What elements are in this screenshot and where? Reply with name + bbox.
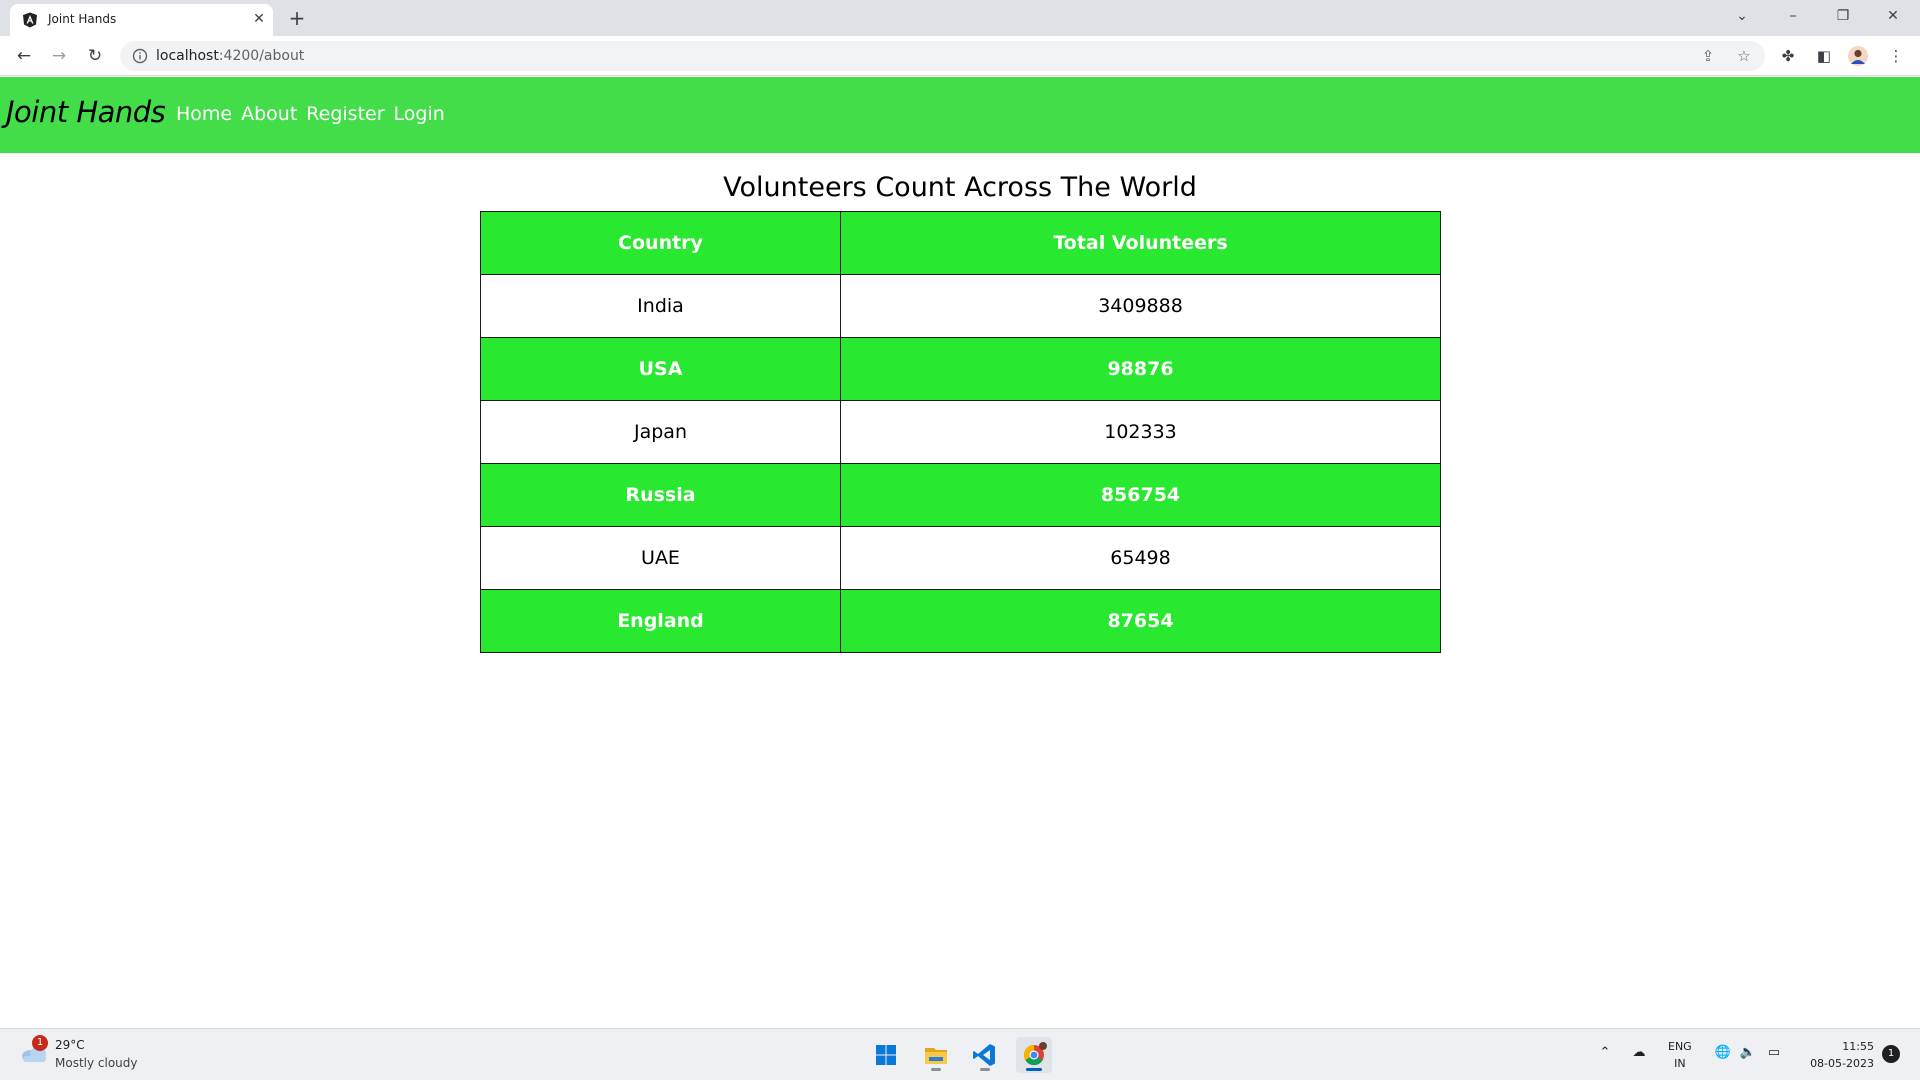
running-indicator <box>980 1068 990 1071</box>
app-navbar: Joint Hands Home About Register Login <box>0 77 1920 153</box>
table-row: India 3409888 <box>480 274 1441 338</box>
taskbar: 1 29°C Mostly cloudy ⌃ ☁ ENG IN 🌐 🔈 ▭ 11… <box>0 1028 1920 1080</box>
nav-link-login[interactable]: Login <box>394 103 445 125</box>
url-path: :4200/about <box>218 48 305 64</box>
chevron-up-icon[interactable]: ⌃ <box>1595 1043 1615 1063</box>
clock-time: 11:55 <box>1842 1040 1874 1053</box>
volunteers-cell: 102333 <box>840 400 1441 464</box>
page-title: Volunteers Count Across The World <box>723 172 1197 203</box>
extensions-icon[interactable]: ✤ <box>1776 44 1800 68</box>
brand-logo[interactable]: Joint Hands <box>6 95 166 129</box>
url-text: localhost:4200/about <box>156 48 304 64</box>
volunteers-cell: 65498 <box>840 526 1441 590</box>
volunteers-cell: 3409888 <box>840 274 1441 338</box>
notification-badge[interactable]: 1 <box>1882 1045 1900 1063</box>
language-indicator[interactable]: ENG IN <box>1668 1038 1692 1072</box>
url-host: localhost <box>156 48 219 64</box>
windows-icon <box>876 1045 896 1065</box>
country-cell: UAE <box>480 526 841 590</box>
menu-dots-icon[interactable]: ⋮ <box>1884 44 1908 68</box>
star-icon[interactable]: ☆ <box>1734 46 1754 66</box>
clock[interactable]: 11:55 08-05-2023 <box>1800 1038 1874 1072</box>
nav-link-about[interactable]: About <box>241 103 297 125</box>
share-icon[interactable]: ⇪ <box>1698 46 1718 66</box>
running-indicator <box>931 1068 941 1071</box>
volume-icon[interactable]: 🔈 <box>1738 1043 1758 1063</box>
language-code: ENG <box>1668 1040 1692 1053</box>
table-header-row: Country Total Volunteers <box>480 211 1441 275</box>
volunteers-cell: 87654 <box>840 589 1441 653</box>
vscode-button[interactable] <box>967 1037 1003 1073</box>
chrome-button[interactable] <box>1016 1037 1052 1073</box>
window-close-icon[interactable]: ✕ <box>1881 4 1905 28</box>
side-panel-icon[interactable]: ◧ <box>1812 44 1836 68</box>
country-cell: USA <box>480 337 841 401</box>
clock-date: 08-05-2023 <box>1810 1057 1874 1070</box>
tab-search-icon[interactable]: ⌄ <box>1730 4 1754 28</box>
tab-title: Joint Hands <box>48 12 117 26</box>
nav-link-register[interactable]: Register <box>306 103 384 125</box>
table-row: England 87654 <box>480 589 1441 653</box>
column-header-country: Country <box>480 211 841 275</box>
start-button[interactable] <box>868 1037 904 1073</box>
minimize-icon[interactable]: – <box>1781 4 1805 28</box>
table-row: UAE 65498 <box>480 526 1441 590</box>
table-row: Japan 102333 <box>480 400 1441 464</box>
restore-icon[interactable]: ❐ <box>1831 4 1855 28</box>
plus-icon[interactable]: + <box>285 6 309 30</box>
weather-description: Mostly cloudy <box>55 1056 138 1070</box>
back-arrow-icon[interactable]: ← <box>12 44 36 68</box>
network-icon[interactable]: 🌐 <box>1713 1043 1733 1063</box>
volunteers-cell: 856754 <box>840 463 1441 527</box>
active-indicator <box>1026 1068 1042 1071</box>
volunteers-table: Country Total Volunteers India 3409888 U… <box>480 211 1441 653</box>
onedrive-icon[interactable]: ☁ <box>1629 1043 1649 1063</box>
info-icon[interactable] <box>132 48 148 64</box>
weather-badge: 1 <box>32 1035 48 1051</box>
nav-links: Home About Register Login <box>176 103 445 125</box>
file-explorer-button[interactable] <box>918 1037 954 1073</box>
battery-icon[interactable]: ▭ <box>1764 1043 1784 1063</box>
reload-icon[interactable]: ↻ <box>83 44 107 68</box>
table-row: USA 98876 <box>480 337 1441 401</box>
angular-icon <box>23 12 37 28</box>
country-cell: England <box>480 589 841 653</box>
browser-tab-strip: Joint Hands ✕ + ⌄ – ❐ ✕ <box>0 0 1920 36</box>
close-icon[interactable]: ✕ <box>250 10 268 28</box>
column-header-total-volunteers: Total Volunteers <box>840 211 1441 275</box>
address-bar[interactable]: localhost:4200/about ⇪ ☆ <box>120 41 1765 71</box>
table-row: Russia 856754 <box>480 463 1441 527</box>
nav-link-home[interactable]: Home <box>176 103 232 125</box>
country-cell: Japan <box>480 400 841 464</box>
weather-temperature: 29°C <box>55 1038 85 1052</box>
country-cell: India <box>480 274 841 338</box>
avatar[interactable] <box>1848 46 1868 66</box>
country-cell: Russia <box>480 463 841 527</box>
forward-arrow-icon[interactable]: → <box>47 44 71 68</box>
region-code: IN <box>1674 1057 1686 1070</box>
browser-toolbar: ← → ↻ localhost:4200/about ⇪ ☆ ✤ ◧ ⋮ <box>0 36 1920 76</box>
volunteers-cell: 98876 <box>840 337 1441 401</box>
browser-tab[interactable]: Joint Hands ✕ <box>10 4 273 36</box>
